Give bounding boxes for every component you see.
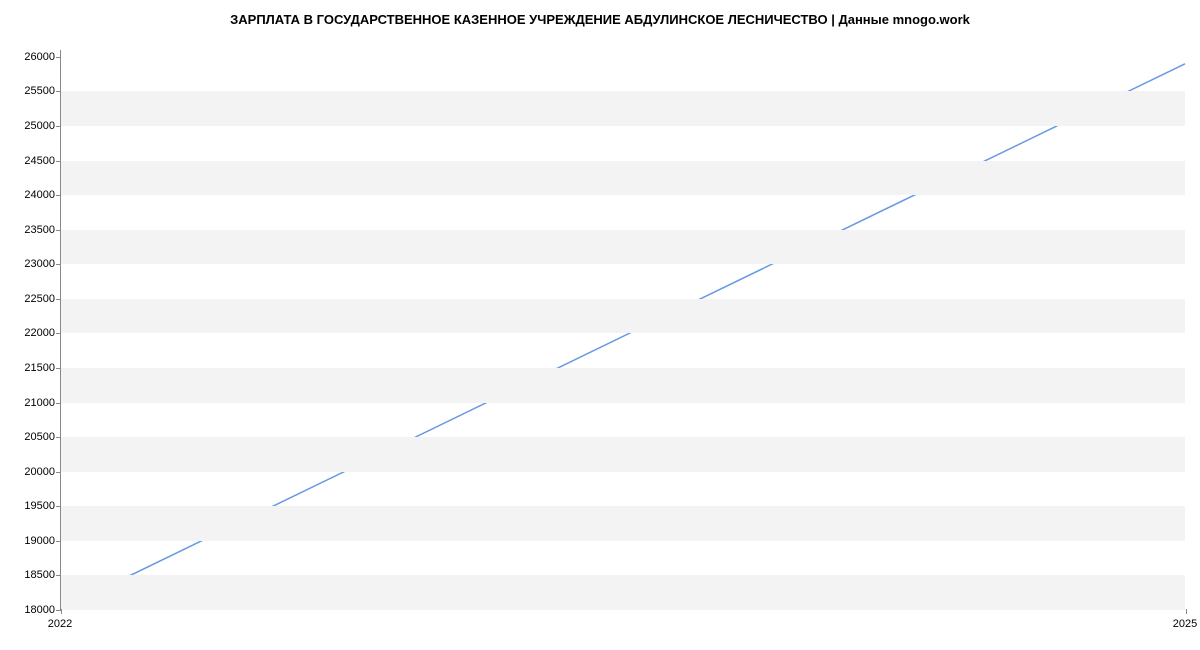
- y-tick-label: 21000: [5, 397, 55, 409]
- y-tick-mark: [56, 472, 61, 473]
- grid-band: [61, 437, 1185, 472]
- y-tick-mark: [56, 368, 61, 369]
- y-tick-label: 22500: [5, 293, 55, 305]
- y-tick-label: 23500: [5, 224, 55, 236]
- y-tick-mark: [56, 541, 61, 542]
- grid-band: [61, 575, 1185, 610]
- y-tick-label: 19000: [5, 535, 55, 547]
- y-tick-mark: [56, 264, 61, 265]
- plot-area: [60, 50, 1185, 610]
- y-tick-mark: [56, 437, 61, 438]
- grid-band: [61, 368, 1185, 403]
- grid-band: [61, 91, 1185, 126]
- grid-band: [61, 299, 1185, 334]
- chart-title: ЗАРПЛАТА В ГОСУДАРСТВЕННОЕ КАЗЕННОЕ УЧРЕ…: [0, 12, 1200, 27]
- y-tick-label: 25000: [5, 120, 55, 132]
- y-tick-mark: [56, 506, 61, 507]
- x-tick-mark: [1186, 609, 1187, 614]
- y-tick-label: 24000: [5, 189, 55, 201]
- y-tick-label: 22000: [5, 327, 55, 339]
- y-tick-mark: [56, 575, 61, 576]
- y-tick-mark: [56, 299, 61, 300]
- grid-band: [61, 230, 1185, 265]
- grid-band: [61, 506, 1185, 541]
- y-tick-mark: [56, 230, 61, 231]
- x-tick-mark: [61, 609, 62, 614]
- y-tick-label: 19500: [5, 500, 55, 512]
- y-tick-mark: [56, 161, 61, 162]
- y-tick-label: 20000: [5, 466, 55, 478]
- y-tick-label: 18500: [5, 569, 55, 581]
- y-tick-label: 18000: [5, 604, 55, 616]
- y-tick-mark: [56, 57, 61, 58]
- y-tick-label: 24500: [5, 155, 55, 167]
- y-tick-label: 26000: [5, 51, 55, 63]
- y-tick-mark: [56, 333, 61, 334]
- x-tick-label: 2022: [48, 618, 72, 630]
- y-tick-mark: [56, 126, 61, 127]
- y-tick-mark: [56, 91, 61, 92]
- y-tick-label: 23000: [5, 258, 55, 270]
- x-tick-label: 2025: [1173, 618, 1197, 630]
- y-tick-mark: [56, 195, 61, 196]
- y-tick-label: 21500: [5, 362, 55, 374]
- y-tick-label: 20500: [5, 431, 55, 443]
- y-tick-mark: [56, 403, 61, 404]
- chart-container: ЗАРПЛАТА В ГОСУДАРСТВЕННОЕ КАЗЕННОЕ УЧРЕ…: [0, 0, 1200, 650]
- y-tick-label: 25500: [5, 85, 55, 97]
- grid-band: [61, 161, 1185, 196]
